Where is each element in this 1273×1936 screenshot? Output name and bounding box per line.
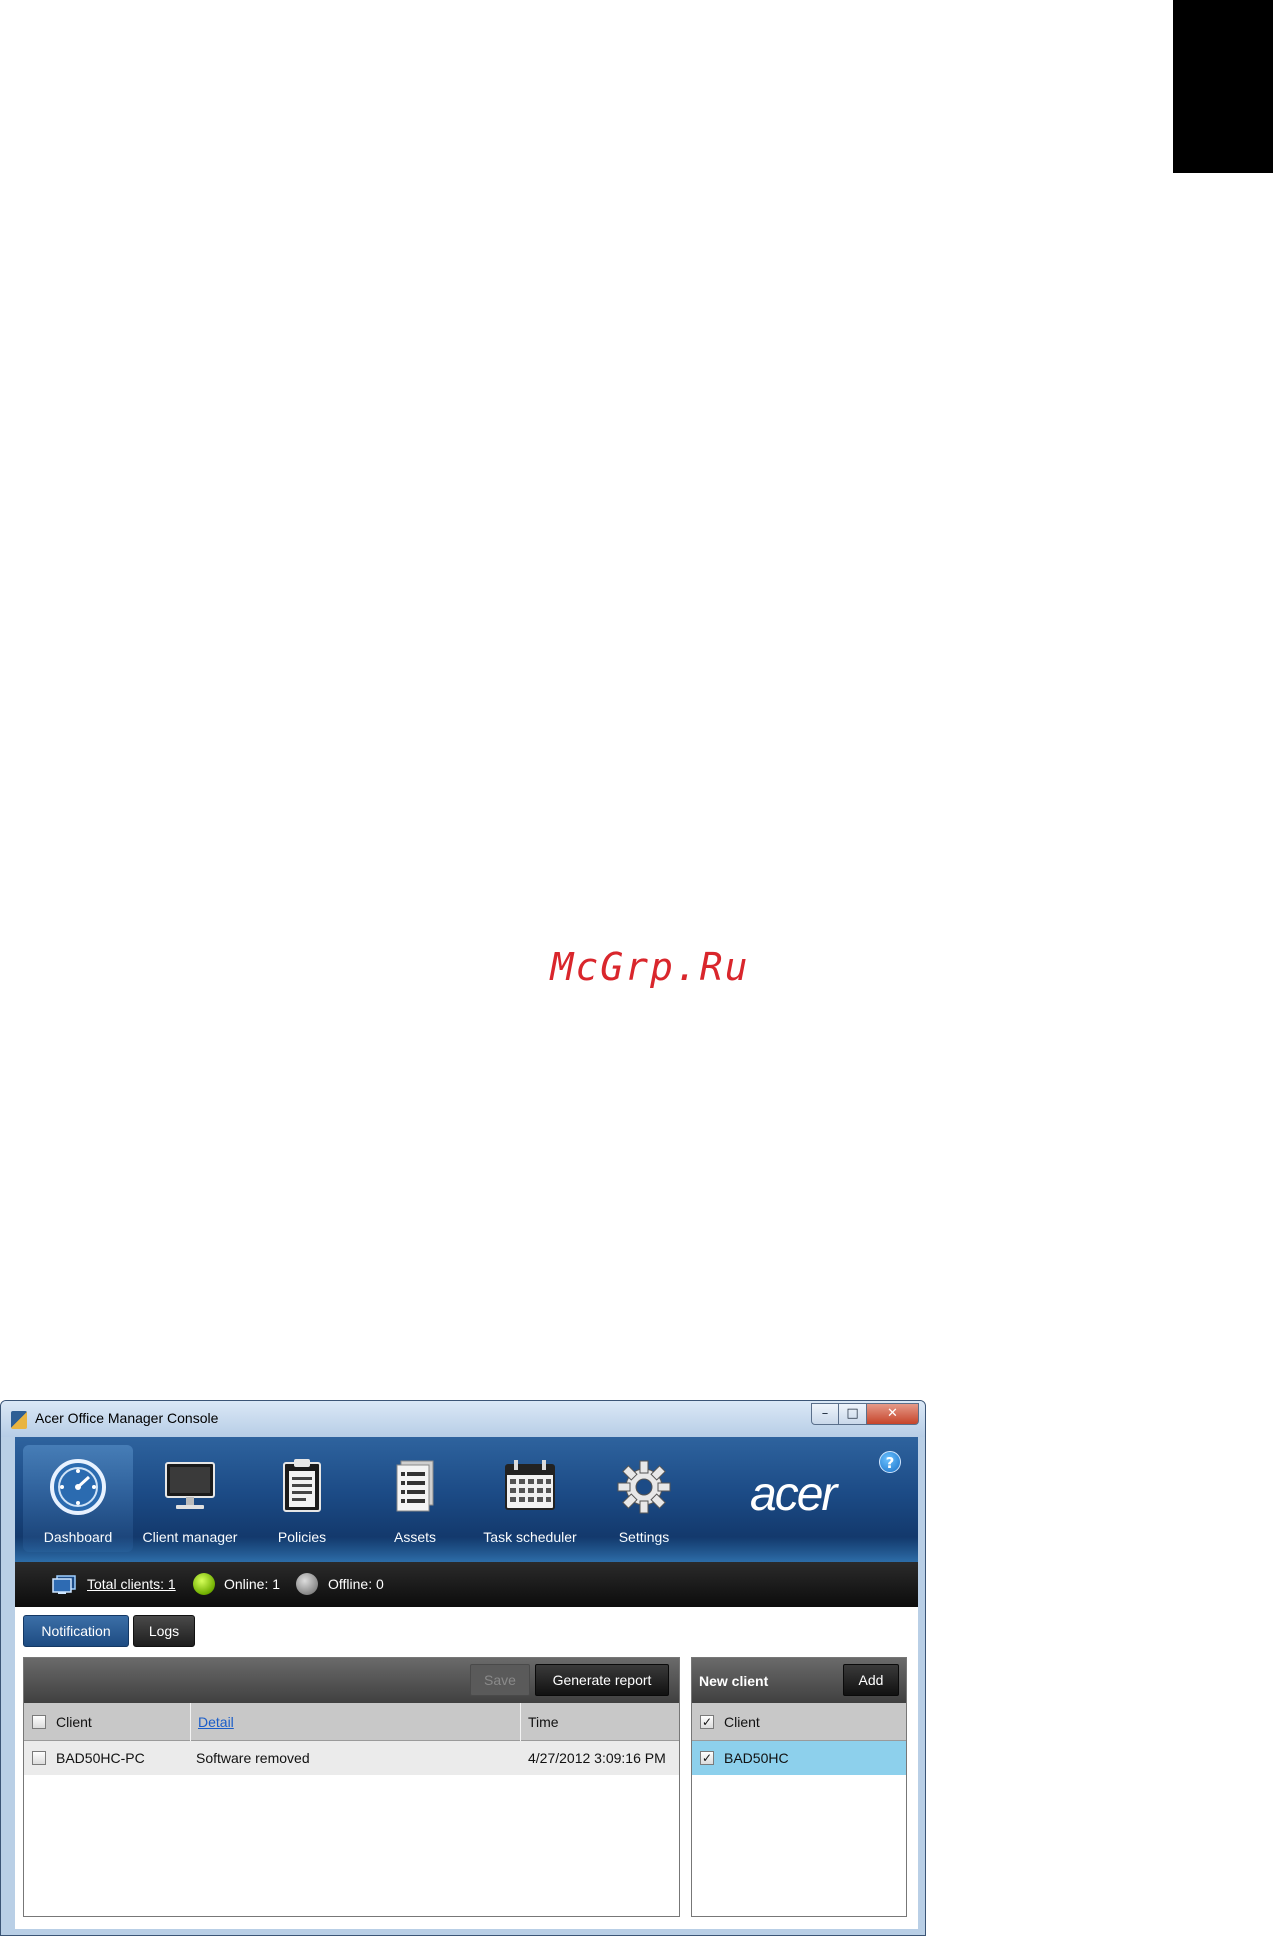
offline-count: Offline: 0 — [328, 1576, 384, 1592]
new-client-panel: New client Add ✓ Client ✓ BAD50HC — [691, 1657, 907, 1917]
minimize-button[interactable]: – — [811, 1403, 839, 1425]
maximize-button[interactable]: □ — [839, 1403, 867, 1425]
calendar-icon — [505, 1460, 555, 1510]
dashboard-icon — [50, 1459, 106, 1515]
column-separator — [190, 1703, 191, 1741]
save-button[interactable]: Save — [470, 1664, 530, 1696]
title-bar[interactable]: Acer Office Manager Console – □ ✕ — [1, 1401, 925, 1437]
status-bar: Total clients: 1 Online: 1 Offline: 0 — [15, 1562, 918, 1607]
app-icon — [11, 1411, 27, 1429]
column-header-client: Client — [56, 1714, 92, 1730]
nav-task-scheduler[interactable]: Task scheduler — [475, 1437, 585, 1562]
offline-status-icon — [296, 1573, 318, 1595]
clients-icon — [52, 1575, 76, 1594]
nav-label: Task scheduler — [483, 1529, 577, 1545]
watermark-text: McGrp.Ru — [550, 945, 750, 989]
column-header-detail-link[interactable]: Detail — [198, 1703, 234, 1741]
notification-toolbar: Save Generate report — [24, 1658, 679, 1703]
close-button[interactable]: ✕ — [867, 1403, 919, 1425]
table-row[interactable]: BAD50HC-PC Software removed 4/27/2012 3:… — [24, 1741, 679, 1775]
new-client-grid-header: ✓ Client — [692, 1703, 906, 1741]
window-title: Acer Office Manager Console — [35, 1410, 219, 1426]
nav-label: Assets — [393, 1529, 436, 1545]
nav-dashboard[interactable]: Dashboard — [23, 1445, 133, 1552]
row-time: 4/27/2012 3:09:16 PM — [528, 1750, 666, 1766]
row-checkbox[interactable] — [32, 1751, 46, 1765]
help-icon[interactable]: ? — [879, 1451, 901, 1473]
column-header-time: Time — [528, 1714, 559, 1730]
tab-logs[interactable]: Logs — [133, 1615, 195, 1647]
new-client-title: New client — [699, 1673, 769, 1689]
new-client-name: BAD50HC — [724, 1750, 789, 1766]
list-item[interactable]: ✓ BAD50HC — [692, 1741, 906, 1775]
select-all-new-client-checkbox[interactable]: ✓ — [700, 1715, 714, 1729]
nav-assets[interactable]: Assets — [360, 1437, 470, 1562]
column-header-client: Client — [724, 1714, 760, 1730]
nav-label: Dashboard — [43, 1529, 113, 1545]
total-clients-link[interactable]: Total clients: 1 — [87, 1576, 176, 1592]
clipboard-icon — [283, 1459, 321, 1512]
notification-grid-header: Client Detail Time — [24, 1703, 679, 1741]
acer-logo: acer — [750, 1468, 837, 1521]
generate-report-button[interactable]: Generate report — [535, 1664, 669, 1696]
select-all-checkbox[interactable] — [32, 1715, 46, 1729]
window-controls: – □ ✕ — [811, 1403, 919, 1425]
online-count: Online: 1 — [224, 1576, 281, 1592]
new-client-toolbar: New client Add — [692, 1658, 906, 1703]
document-list-icon — [396, 1460, 434, 1512]
row-detail: Software removed — [196, 1750, 310, 1766]
row-client: BAD50HC-PC — [56, 1750, 145, 1766]
content-area: Notification Logs Save Generate report C… — [15, 1607, 918, 1929]
column-separator — [520, 1703, 521, 1741]
online-status-icon — [193, 1573, 215, 1595]
nav-settings[interactable]: Settings — [589, 1437, 699, 1562]
main-navigation: Dashboard Client manager Policies Assets… — [15, 1437, 918, 1562]
nav-client-manager[interactable]: Client manager — [135, 1437, 245, 1562]
nav-label: Settings — [618, 1529, 670, 1545]
add-button[interactable]: Add — [843, 1664, 899, 1696]
tab-notification[interactable]: Notification — [23, 1615, 129, 1647]
notification-panel: Save Generate report Client Detail Time … — [23, 1657, 680, 1917]
page-corner-tab — [1173, 0, 1273, 173]
monitor-icon — [165, 1462, 215, 1509]
new-client-row-checkbox[interactable]: ✓ — [700, 1751, 714, 1765]
nav-label: Policies — [277, 1529, 327, 1545]
nav-policies[interactable]: Policies — [247, 1437, 357, 1562]
gear-icon — [617, 1460, 671, 1514]
nav-label: Client manager — [142, 1529, 238, 1545]
app-window: Acer Office Manager Console – □ ✕ Dashbo… — [0, 1400, 926, 1936]
